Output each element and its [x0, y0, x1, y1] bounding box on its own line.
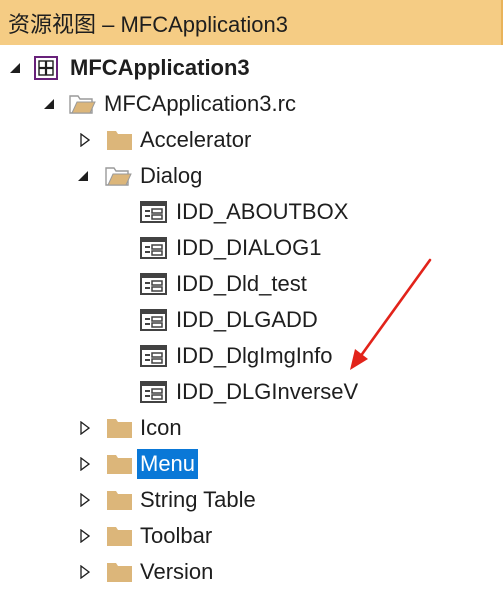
tree-item-menu[interactable]: Menu	[0, 446, 503, 482]
tree-item-dialog-resource[interactable]: IDD_Dld_test	[0, 266, 503, 302]
tree-item-label: IDD_DIALOG1	[176, 235, 322, 260]
tree-item-label: IDD_DLGInverseV	[176, 379, 359, 404]
folder-open-icon	[68, 92, 96, 116]
tree-item-label: Dialog	[140, 163, 203, 188]
tree-item-label: MFCApplication3.rc	[104, 91, 296, 116]
tree-item-version[interactable]: Version	[0, 554, 503, 590]
tree-item-accelerator[interactable]: Accelerator	[0, 122, 503, 158]
folder-icon	[106, 524, 132, 548]
dialog-resource-icon	[140, 236, 167, 260]
expand-arrow-icon[interactable]	[78, 133, 92, 147]
tree-item-label: IDD_DlgImgInfo	[176, 343, 333, 368]
expand-arrow-icon[interactable]	[78, 457, 92, 471]
expand-arrow-icon[interactable]	[78, 421, 92, 435]
tree-item-toolbar[interactable]: Toolbar	[0, 518, 503, 554]
tree-item-label: Icon	[140, 415, 182, 440]
tree-item-label: String Table	[140, 487, 256, 512]
dialog-resource-icon	[140, 200, 167, 224]
tree-item-label-selected: Menu	[137, 449, 199, 479]
tree-item-label: Accelerator	[140, 127, 252, 152]
tree-item-project[interactable]: MFCApplication3	[0, 50, 503, 86]
folder-icon	[106, 488, 132, 512]
tree-item-label: Version	[140, 559, 214, 584]
tree-item-rc-file[interactable]: MFCApplication3.rc	[0, 86, 503, 122]
collapse-arrow-icon[interactable]	[76, 169, 90, 183]
folder-icon	[106, 128, 132, 152]
expand-arrow-icon[interactable]	[78, 565, 92, 579]
tree-item-string-table[interactable]: String Table	[0, 482, 503, 518]
tree-item-label: IDD_Dld_test	[176, 271, 307, 296]
tree-item-dialog-resource[interactable]: IDD_DlgImgInfo	[0, 338, 503, 374]
dialog-resource-icon	[140, 344, 167, 368]
tree-item-dialog[interactable]: Dialog	[0, 158, 503, 194]
folder-icon	[106, 560, 132, 584]
tree-item-dialog-resource[interactable]: IDD_ABOUTBOX	[0, 194, 503, 230]
tree-item-label: IDD_ABOUTBOX	[176, 199, 349, 224]
tree-item-dialog-resource[interactable]: IDD_DLGInverseV	[0, 374, 503, 410]
collapse-arrow-icon[interactable]	[42, 97, 56, 111]
collapse-arrow-icon[interactable]	[8, 61, 22, 75]
tree-item-icon-folder[interactable]: Icon	[0, 410, 503, 446]
window-title-bar: 资源视图 – MFCApplication3	[0, 0, 503, 45]
folder-open-icon	[104, 164, 132, 188]
folder-icon	[106, 416, 132, 440]
project-icon	[34, 56, 60, 80]
tree-item-label: MFCApplication3	[70, 55, 250, 80]
tree-item-label: Toolbar	[140, 523, 213, 548]
tree-item-dialog-resource[interactable]: IDD_DIALOG1	[0, 230, 503, 266]
expand-arrow-icon[interactable]	[78, 493, 92, 507]
tree-item-label: IDD_DLGADD	[176, 307, 318, 332]
tree-item-dialog-resource[interactable]: IDD_DLGADD	[0, 302, 503, 338]
dialog-resource-icon	[140, 308, 167, 332]
window-title: 资源视图 – MFCApplication3	[8, 11, 288, 37]
folder-icon	[106, 452, 132, 476]
dialog-resource-icon	[140, 272, 167, 296]
dialog-resource-icon	[140, 380, 167, 404]
expand-arrow-icon[interactable]	[78, 529, 92, 543]
